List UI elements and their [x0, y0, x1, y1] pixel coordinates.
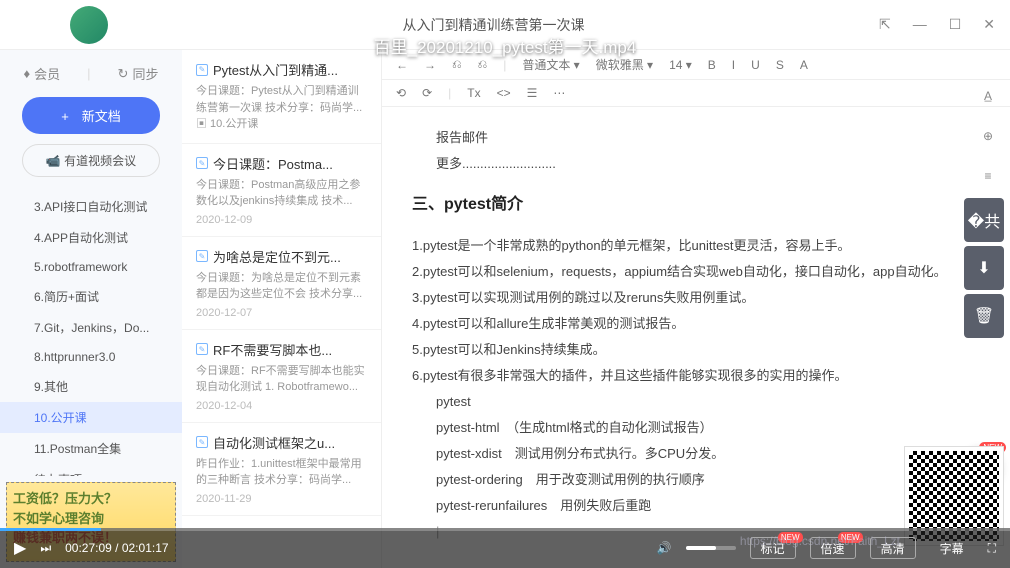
- toolbar-item[interactable]: ←: [396, 58, 408, 72]
- note-title: 自动化测试框架之u...: [213, 433, 335, 452]
- delete-icon[interactable]: 🗑: [964, 294, 1004, 338]
- note-body: 今日课题：Pytest从入门到精通训练营第一次课 技术分享：码尚学...▣ 10…: [196, 83, 367, 133]
- fullscreen-icon[interactable]: ⛶: [988, 541, 996, 556]
- note-title: Pytest从入门到精通...: [213, 60, 338, 79]
- share-icon[interactable]: �共: [964, 198, 1004, 242]
- expand-icon[interactable]: ⇱: [879, 16, 891, 33]
- note-date: 2020-12-07: [196, 307, 367, 319]
- note-item[interactable]: ✎ RF不需要写脚本也... 今日课题：RF不需要写脚本也能实现自动化测试 1. R…: [182, 330, 381, 423]
- toolbar-item: |: [448, 86, 451, 100]
- menu-icon[interactable]: ≡: [972, 160, 1004, 192]
- toolbar-item[interactable]: ⟲: [396, 86, 406, 100]
- toolbar-item[interactable]: B: [708, 58, 716, 72]
- note-doc-icon: ✎: [196, 157, 208, 169]
- sidebar-item[interactable]: 6.简历+面试: [0, 281, 182, 312]
- sidebar-item[interactable]: 7.Git，Jenkins，Do...: [0, 312, 182, 343]
- note-body: 今日课题：Postman高级应用之参数化以及jenkins持续集成 技术...: [196, 177, 367, 210]
- note-title: 今日课题：Postma...: [213, 154, 333, 173]
- play-button[interactable]: ▶: [14, 538, 26, 558]
- toolbar-item[interactable]: 微软雅黑 ▾: [596, 56, 653, 73]
- right-tool-rail: A̲ ⊕ ≡: [966, 50, 1010, 192]
- note-item[interactable]: ✎ 为啥总是定位不到元... 今日课题：为啥总是定位不到元素 都是因为这些定位不会 …: [182, 237, 381, 330]
- video-title: 百里_20201210_pytest第一天.mp4: [0, 33, 1010, 58]
- doc-title: 从入门到精通训练营第一次课: [108, 15, 879, 35]
- note-body: 今日课题：为啥总是定位不到元素 都是因为这些定位不会 技术分享...: [196, 270, 367, 303]
- text-icon[interactable]: A̲: [972, 80, 1004, 112]
- section-heading: 三、pytest简介: [412, 189, 980, 221]
- note-item[interactable]: ✎ 今日课题：Postma... 今日课题：Postman高级应用之参数化以及jen…: [182, 144, 381, 237]
- sidebar-item[interactable]: 5.robotframework: [0, 253, 182, 281]
- add-icon[interactable]: ⊕: [972, 120, 1004, 152]
- toolbar-item[interactable]: A: [800, 58, 808, 72]
- left-sidebar: ♦ 会员 | ↻ 同步 + 新文档 📹 有道视频会议 3.API接口自动化测试4…: [0, 50, 182, 568]
- editor-toolbar-2: ⟲ ⟳ | Tx <> ☰ ⋯: [382, 80, 1010, 107]
- toolbar-item[interactable]: <>: [497, 86, 511, 100]
- maximize-icon[interactable]: ☐: [949, 16, 962, 33]
- toolbar-item[interactable]: ⎌: [478, 57, 488, 72]
- toolbar-item[interactable]: U: [751, 58, 760, 72]
- notes-list: ✎ Pytest从入门到精通... 今日课题：Pytest从入门到精通训练营第一次课…: [182, 50, 382, 568]
- meeting-button[interactable]: 📹 有道视频会议: [22, 144, 160, 177]
- subtitle-button[interactable]: 字幕: [930, 537, 974, 559]
- volume-icon[interactable]: 🔊: [657, 541, 672, 555]
- right-action-block: �共 ⬇ 🗑: [964, 198, 1004, 338]
- note-doc-icon: ✎: [196, 250, 208, 262]
- sync-link[interactable]: ↻ 同步: [118, 64, 159, 83]
- time-display: 00:27:09 / 02:01:17: [65, 541, 168, 555]
- note-date: 2020-12-09: [196, 214, 367, 226]
- member-link[interactable]: ♦ 会员: [24, 64, 61, 83]
- toolbar-item[interactable]: →: [424, 58, 436, 72]
- watermark: https://blog.csdn.net/Faith_Lzt: [740, 534, 900, 548]
- sidebar-item[interactable]: 9.其他: [0, 371, 182, 402]
- sidebar-item[interactable]: 4.APP自动化测试: [0, 222, 182, 253]
- toolbar-item[interactable]: Tx: [467, 86, 480, 100]
- toolbar-item[interactable]: 普通文本 ▾: [522, 56, 579, 73]
- note-title: RF不需要写脚本也...: [213, 340, 332, 359]
- toolbar-item[interactable]: ⟳: [422, 86, 432, 100]
- note-body: 昨日作业：1.unittest框架中最常用的三种断言 技术分享：码尚学...: [196, 456, 367, 489]
- note-item[interactable]: ✎ 自动化测试框架之u... 昨日作业：1.unittest框架中最常用的三种断言 …: [182, 423, 381, 516]
- note-title: 为啥总是定位不到元...: [213, 247, 341, 266]
- note-doc-icon: ✎: [196, 343, 208, 355]
- toolbar-item[interactable]: ⎌: [452, 57, 462, 72]
- sidebar-item[interactable]: 3.API接口自动化测试: [0, 191, 182, 222]
- sidebar-item[interactable]: 8.httprunner3.0: [0, 343, 182, 371]
- minimize-icon[interactable]: —: [913, 16, 927, 33]
- note-date: 2020-11-29: [196, 493, 367, 505]
- toolbar-item: |: [503, 58, 506, 72]
- toolbar-item[interactable]: S: [776, 58, 784, 72]
- toolbar-item[interactable]: I: [732, 58, 735, 72]
- sidebar-item[interactable]: 待办事项: [0, 464, 182, 476]
- note-doc-icon: ✎: [196, 64, 208, 76]
- next-button[interactable]: ⏭: [40, 541, 51, 556]
- sidebar-item[interactable]: 10.公开课: [0, 402, 182, 433]
- note-body: 今日课题：RF不需要写脚本也能实现自动化测试 1. Robotframewo..…: [196, 363, 367, 396]
- note-item[interactable]: ✎ Pytest从入门到精通... 今日课题：Pytest从入门到精通训练营第一次课…: [182, 50, 381, 144]
- toolbar-item[interactable]: ☰: [527, 86, 538, 100]
- note-doc-icon: ✎: [196, 436, 208, 448]
- new-doc-button[interactable]: + 新文档: [22, 97, 160, 134]
- toolbar-item[interactable]: ⋯: [553, 86, 565, 100]
- note-date: 2020-12-04: [196, 400, 367, 412]
- toolbar-item[interactable]: 14 ▾: [669, 58, 692, 72]
- download-icon[interactable]: ⬇: [964, 246, 1004, 290]
- sidebar-item[interactable]: 11.Postman全集: [0, 433, 182, 464]
- close-icon[interactable]: ✕: [983, 16, 995, 33]
